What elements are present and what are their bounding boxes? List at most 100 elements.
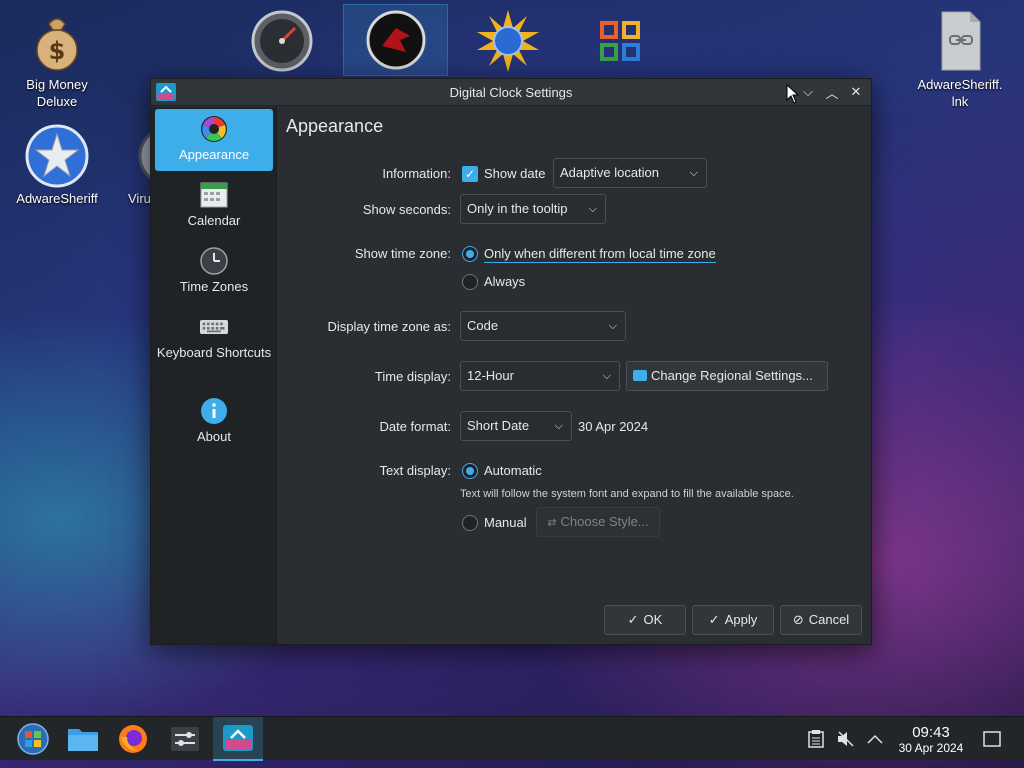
information-label: Information: (382, 166, 451, 181)
desktop-icon-adwaresheriff-lnk[interactable]: AdwareSheriff. lnk (912, 10, 1008, 110)
time-zone-always-label[interactable]: Always (484, 274, 525, 289)
date-format-label: Date format: (379, 419, 451, 434)
calendar-icon (200, 181, 228, 209)
date-format-combo[interactable]: Short Date ⌵ (460, 411, 572, 441)
button-label: OK (643, 612, 663, 627)
sidebar-item-label: Time Zones (179, 279, 249, 294)
text-display-automatic-label[interactable]: Automatic (484, 463, 542, 478)
color-wheel-icon (200, 115, 228, 143)
settings-sidebar: Appearance Calendar Time Zones Keyboard … (151, 107, 277, 644)
sheriff-star-icon (25, 124, 89, 188)
button-label: Cancel (808, 612, 850, 627)
display-time-zone-combo[interactable]: Code ⌵ (460, 311, 626, 341)
clock-icon (200, 247, 228, 275)
desktop-icon-label: Big Money Deluxe (26, 77, 88, 109)
cancel-button[interactable]: ⊘ Cancel (780, 605, 862, 635)
page-title: Appearance (286, 116, 384, 136)
window-menu-chevron-icon[interactable]: ⌵ (799, 83, 817, 101)
text-display-manual-label[interactable]: Manual (484, 515, 527, 530)
style-icon: ⇄ (547, 517, 557, 529)
taskbar-clock-time[interactable]: 09:43 (896, 724, 966, 741)
check-icon: ✓ (708, 612, 720, 627)
sidebar-item-calendar[interactable]: Calendar (155, 175, 273, 237)
money-bag-icon: $ (25, 10, 89, 74)
dialog-titlebar[interactable]: Digital Clock Settings ⌵ ︿ ✕ (151, 79, 871, 106)
sidebar-item-appearance[interactable]: Appearance (155, 109, 273, 171)
taskbar-clock-date[interactable]: 30 Apr 2024 (886, 741, 976, 755)
check-icon: ✓ (627, 612, 639, 627)
clock-settings-icon (156, 83, 176, 101)
text-display-label: Text display: (379, 463, 451, 478)
desktop-icon-adwaresheriff[interactable]: AdwareSheriff (9, 124, 105, 207)
appearance-page: Appearance Information: ✓ Show date Adap… (278, 107, 871, 644)
volume-muted-icon[interactable] (836, 729, 856, 749)
sidebar-item-time-zones[interactable]: Time Zones (155, 241, 273, 303)
start-orb-icon[interactable] (8, 717, 58, 761)
settings-sliders-icon[interactable] (160, 717, 210, 761)
desktop-icon-viru[interactable]: Viru (108, 124, 152, 207)
desktop-icon-label: Viru (128, 191, 151, 206)
combo-value: Code (467, 318, 499, 333)
clipboard-icon[interactable] (806, 729, 826, 749)
date-location-combo[interactable]: Adaptive location ⌵ (553, 158, 707, 188)
sidebar-item-label: Keyboard Shortcuts (156, 345, 272, 360)
mouse-cursor-icon (786, 83, 800, 107)
button-label: Choose Style... (560, 514, 649, 529)
show-desktop-icon[interactable] (982, 729, 1002, 749)
folder-icon[interactable] (58, 717, 108, 761)
text-display-hint: Text will follow the system font and exp… (460, 488, 794, 500)
red-disc-icon[interactable] (343, 4, 448, 76)
desktop-icon-big-money-deluxe[interactable]: $ Big Money Deluxe (9, 10, 105, 110)
colored-knot-icon[interactable] (570, 6, 670, 76)
chevron-up-icon[interactable] (865, 729, 885, 749)
button-label: Apply (724, 612, 758, 627)
close-icon[interactable]: ✕ (847, 83, 865, 101)
combo-value: Only in the tooltip (467, 201, 568, 216)
info-icon (200, 397, 228, 425)
sidebar-item-about[interactable]: About (155, 391, 273, 453)
sidebar-item-label: About (197, 429, 231, 444)
chevron-down-icon: ⌵ (608, 320, 617, 332)
chevron-down-icon: ⌵ (588, 203, 597, 215)
maximize-chevron-up-icon[interactable]: ︿ (823, 83, 841, 101)
show-time-zone-label: Show time zone: (354, 246, 451, 261)
text-display-manual-radio[interactable] (462, 515, 478, 531)
clock-settings-taskbar-icon[interactable] (213, 717, 263, 761)
chevron-down-icon: ⌵ (554, 420, 563, 432)
show-seconds-combo[interactable]: Only in the tooltip ⌵ (460, 194, 606, 224)
sun-globe-icon[interactable] (458, 6, 558, 76)
time-display-label: Time display: (374, 369, 451, 384)
chevron-down-icon: ⌵ (689, 167, 698, 179)
button-label: Change Regional Settings... (651, 368, 813, 383)
taskbar: 09:43 30 Apr 2024 (0, 716, 1024, 761)
date-format-preview: 30 Apr 2024 (578, 419, 649, 434)
choose-style-button[interactable]: ⇄ Choose Style... (536, 507, 660, 537)
link-file-icon (928, 10, 992, 74)
sidebar-item-keyboard-shortcuts[interactable]: Keyboard Shortcuts (155, 307, 273, 387)
time-zone-different-radio[interactable] (462, 246, 478, 262)
svg-text:$: $ (49, 37, 66, 65)
time-display-combo[interactable]: 12-Hour ⌵ (460, 361, 620, 391)
time-zone-always-radio[interactable] (462, 274, 478, 290)
speedometer-icon[interactable] (232, 6, 332, 76)
combo-value: Adaptive location (560, 165, 660, 180)
ok-button[interactable]: ✓ OK (604, 605, 686, 635)
firefox-icon[interactable] (108, 717, 158, 761)
cancel-icon: ⊘ (792, 612, 804, 627)
sidebar-item-label: Appearance (178, 147, 250, 162)
regional-settings-icon (633, 370, 647, 381)
show-date-label[interactable]: Show date (484, 166, 545, 181)
keyboard-icon (200, 313, 228, 341)
time-zone-different-label[interactable]: Only when different from local time zone (484, 246, 716, 263)
dialog-title: Digital Clock Settings (449, 84, 573, 100)
apply-button[interactable]: ✓ Apply (692, 605, 774, 635)
combo-value: 12-Hour (467, 368, 514, 383)
text-display-automatic-radio[interactable] (462, 463, 478, 479)
show-date-checkbox[interactable]: ✓ (462, 166, 478, 182)
sidebar-item-label: Calendar (187, 213, 241, 228)
combo-value: Short Date (467, 418, 530, 433)
digital-clock-settings-dialog: Digital Clock Settings ⌵ ︿ ✕ Appearance … (150, 78, 872, 645)
change-regional-settings-button[interactable]: Change Regional Settings... (626, 361, 828, 391)
show-seconds-label: Show seconds: (362, 202, 451, 217)
desktop-icon-label: AdwareSheriff (16, 191, 98, 206)
